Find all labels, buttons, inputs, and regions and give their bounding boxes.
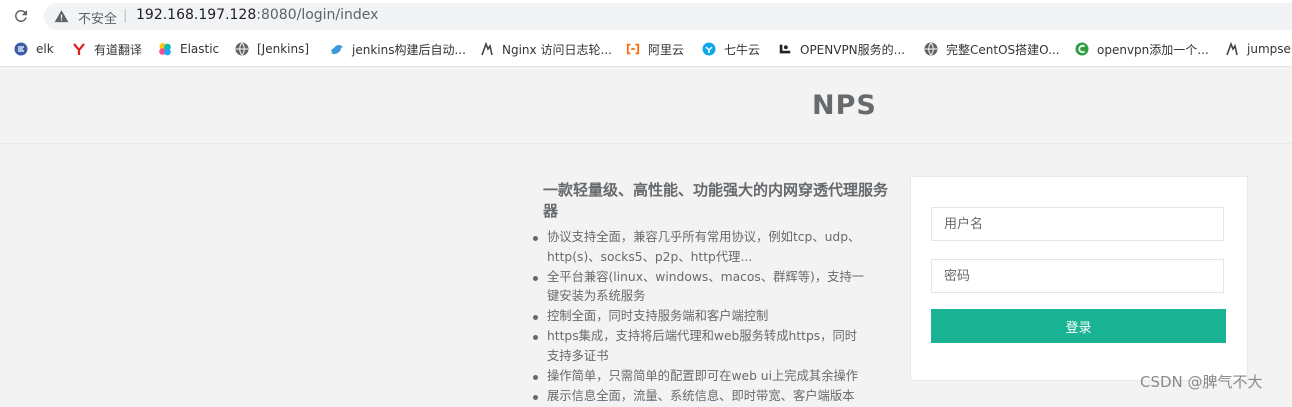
password-field <box>931 259 1224 293</box>
feature-item: 控制全面，同时支持服务端和客户端控制 <box>533 307 888 327</box>
feature-item: https集成，支持将后端代理和web服务转成https，同时 支持多证书 <box>533 327 888 366</box>
login-form: 登录 <box>910 176 1248 381</box>
feature-line: 全平台兼容(linux、windows、macos、群辉等)，支持一 <box>547 269 865 284</box>
bookmark-label: [Jenkins] <box>257 42 310 56</box>
bookmark-qiniu[interactable]: 七牛云 <box>702 40 760 58</box>
qiniu-icon <box>702 42 716 56</box>
separator: | <box>123 8 128 23</box>
aliyun-icon <box>626 42 640 56</box>
feature-line: 键安装为系统服务 <box>547 289 646 303</box>
bookmark-openvpn[interactable]: OPENVPN服务的... <box>778 40 905 58</box>
bookmark-youdao[interactable]: 有道翻译 <box>72 40 142 58</box>
globe-icon <box>924 42 938 56</box>
feather-icon <box>480 42 494 56</box>
bookmark-label: 阿里云 <box>648 42 685 57</box>
bookmark-label: elk <box>36 42 54 56</box>
feature-item: 操作简单，只需简单的配置即可在web ui上完成其余操作 <box>533 367 888 387</box>
brand-title: NPS <box>812 90 877 121</box>
feature-item: 全平台兼容(linux、windows、macos、群辉等)，支持一 键安装为系… <box>533 268 888 307</box>
feature-line: 展示信息全面，流量、系统信息、即时带宽、客户端版本 <box>547 388 855 403</box>
bookmark-label: jumpser <box>1247 42 1292 56</box>
bookmark-elastic[interactable]: Elastic <box>158 40 219 58</box>
username-field <box>931 207 1224 241</box>
bookmark-openvpn-add[interactable]: openvpn添加一个... <box>1075 40 1209 58</box>
bookmark-jumpserver[interactable]: jumpser <box>1225 40 1292 58</box>
watermark: CSDN @脾气不大 <box>1140 373 1263 391</box>
bookmarks-bar: elk 有道翻译 Elastic [Jenkins] jenkins构建后自动.… <box>0 33 1292 67</box>
bookmark-jenkins[interactable]: [Jenkins] <box>235 40 309 58</box>
elastic-icon <box>158 42 172 56</box>
bookmark-label: Elastic <box>180 42 220 56</box>
bird-icon <box>330 42 344 56</box>
youdao-icon <box>72 42 86 56</box>
login-button[interactable]: 登录 <box>931 309 1226 343</box>
url-text[interactable]: 192.168.197.128:8080/login/index <box>136 7 378 23</box>
feather-icon <box>1225 42 1239 56</box>
bookmark-nginx[interactable]: Nginx 访问日志轮... <box>480 40 612 58</box>
bookmark-label: 完整CentOS搭建O... <box>946 42 1060 57</box>
bookmark-label: openvpn添加一个... <box>1097 42 1209 57</box>
bookmark-label: Nginx 访问日志轮... <box>502 42 612 57</box>
bookmark-label: 有道翻译 <box>94 42 143 57</box>
password-input[interactable] <box>932 260 1223 292</box>
intro-title: 一款轻量级、高性能、功能强大的内网穿透代理服务器 <box>543 181 889 220</box>
feature-line: 支持多证书 <box>547 348 609 363</box>
feature-list: 协议支持全面，兼容几乎所有常用协议，例如tcp、udp、 http(s)、soc… <box>533 228 888 407</box>
bookmark-label: jenkins构建后自动... <box>352 42 466 57</box>
bookmark-label: OPENVPN服务的... <box>800 42 906 57</box>
feature-line: https集成，支持将后端代理和web服务转成https，同时 <box>547 329 858 343</box>
feature-line: 协议支持全面，兼容几乎所有常用协议，例如tcp、udp、 <box>547 230 861 244</box>
elk-icon <box>14 42 28 56</box>
security-label[interactable]: 不安全 <box>78 8 117 27</box>
feature-item: 展示信息全面，流量、系统信息、即时带宽、客户端版本 <box>533 387 888 407</box>
bookmark-label: 七牛云 <box>724 42 761 57</box>
globe-icon <box>235 42 249 56</box>
bookmark-jenkins-build[interactable]: jenkins构建后自动... <box>330 40 466 58</box>
address-bar[interactable]: 不安全 | 192.168.197.128:8080/login/index <box>44 3 1292 30</box>
feature-line: http(s)、socks5、p2p、http代理... <box>547 249 753 264</box>
warning-icon[interactable] <box>54 9 69 24</box>
feature-line: 控制全面，同时支持服务端和客户端控制 <box>547 309 769 323</box>
openvpn-icon <box>778 42 792 56</box>
bookmark-elk[interactable]: elk <box>14 40 54 58</box>
feature-item: 协议支持全面，兼容几乎所有常用协议，例如tcp、udp、 http(s)、soc… <box>533 228 888 267</box>
bookmark-centos[interactable]: 完整CentOS搭建O... <box>924 40 1060 58</box>
username-input[interactable] <box>932 208 1223 240</box>
c-logo-icon <box>1075 42 1089 56</box>
reload-icon[interactable] <box>12 7 30 25</box>
browser-address-row: 不安全 | 192.168.197.128:8080/login/index <box>0 0 1292 33</box>
page-header <box>0 67 1292 144</box>
url-path: :8080/login/index <box>256 7 379 23</box>
bookmark-aliyun[interactable]: 阿里云 <box>626 40 684 58</box>
url-host: 192.168.197.128 <box>136 7 257 23</box>
intro-panel: 一款轻量级、高性能、功能强大的内网穿透代理服务器 协议支持全面，兼容几乎所有常用… <box>533 180 889 407</box>
feature-line: 操作简单，只需简单的配置即可在web ui上完成其余操作 <box>547 368 859 383</box>
